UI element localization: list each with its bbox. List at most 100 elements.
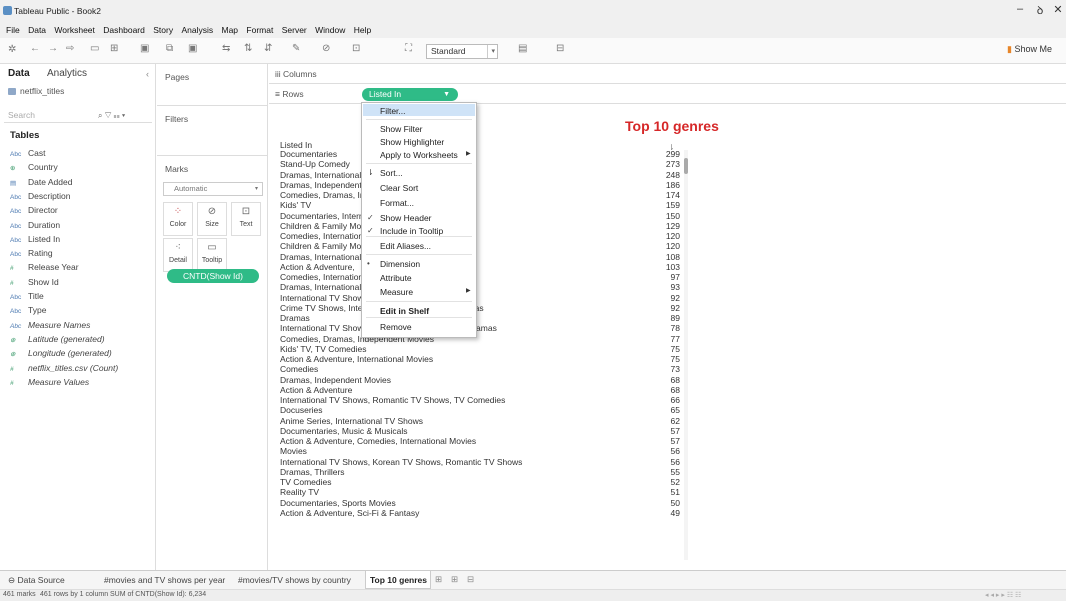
data-source-tab[interactable]: ⊖ Data Source [8, 575, 65, 586]
menu-server[interactable]: Server [282, 22, 307, 38]
table-row[interactable]: Dramas 89 [280, 313, 680, 323]
table-row[interactable]: Dramas, International Movies, Romantic M… [280, 252, 680, 262]
sort-descending-icon[interactable]: ⇵ [264, 43, 272, 54]
field-longitude-generated[interactable]: ⊕ Longitude (generated) [10, 348, 112, 358]
menu-item-show-header[interactable]: ✓ Show Header [367, 213, 432, 223]
tooltip-button[interactable]: ▭ Tooltip [197, 238, 227, 272]
menu-item-filter[interactable]: Filter... [380, 106, 406, 116]
datasource-name[interactable]: netflix_titles [20, 86, 64, 96]
menu-analysis[interactable]: Analysis [181, 22, 213, 38]
fix-axes-icon[interactable]: ⛶ [405, 43, 412, 54]
new-datasource-icon[interactable]: ⊞ [110, 43, 118, 54]
labels-icon[interactable]: ⊡ [352, 43, 360, 54]
field-description[interactable]: Abc Description [10, 191, 71, 201]
detail-button[interactable]: ⁖ Detail [163, 238, 193, 272]
table-row[interactable]: Documentaries 299 [280, 149, 680, 159]
table-row[interactable]: Children & Family Movies, Comedies 129 [280, 221, 680, 231]
sheet-tab-movies-per-year[interactable]: #movies and TV shows per year [104, 575, 225, 585]
menu-item-include-in-tooltip[interactable]: ✓ Include in Tooltip [367, 226, 443, 236]
table-row[interactable]: International TV Shows, Romantic TV Show… [280, 395, 680, 405]
menu-map[interactable]: Map [222, 22, 239, 38]
table-row[interactable]: International TV Shows, Korean TV Shows,… [280, 457, 680, 467]
table-row[interactable]: Documentaries, International Movies 150 [280, 211, 680, 221]
menu-item-apply-to-worksheets[interactable]: Apply to Worksheets ▶ [380, 150, 471, 160]
scrollbar-thumb[interactable] [684, 158, 688, 174]
field-type[interactable]: Abc Type [10, 305, 46, 315]
tab-navigation-icons[interactable]: ◂ ◂ ▸ ▸ ☷ ☷ [985, 591, 1021, 599]
menu-item-sort[interactable]: ⇂ Sort... [367, 168, 403, 178]
table-row[interactable]: Dramas, Thrillers 55 [280, 467, 680, 477]
table-row[interactable]: Reality TV 51 [280, 487, 680, 497]
table-row[interactable]: Crime TV Shows, International TV Shows, … [280, 303, 680, 313]
field-rating[interactable]: Abc Rating [10, 248, 53, 258]
rows-pill-listed-in[interactable]: Listed In ▼ [362, 88, 458, 101]
field-director[interactable]: Abc Director [10, 205, 58, 215]
show-me-button[interactable]: ▮ Show Me [1007, 44, 1052, 55]
table-row[interactable]: Kids' TV 159 [280, 200, 680, 210]
menu-item-clear-sort[interactable]: Clear Sort [380, 183, 418, 193]
table-row[interactable]: Comedies, Dramas, Independent Movies 77 [280, 334, 680, 344]
table-row[interactable]: Dramas, Independent Movies, Internationa… [280, 180, 680, 190]
new-story-tab-icon[interactable]: ⊟ [467, 574, 474, 585]
search-filter-icons[interactable]: ⌕ ▽ ☷ ▾ [98, 111, 125, 121]
filters-shelf[interactable]: Filters [157, 106, 268, 156]
menu-item-edit-aliases[interactable]: Edit Aliases... [380, 241, 431, 251]
table-row[interactable]: Kids' TV, TV Comedies 75 [280, 344, 680, 354]
pages-shelf[interactable]: Pages [157, 64, 268, 106]
swap-icon[interactable]: ⇆ [222, 43, 230, 54]
table-row[interactable]: Action & Adventure, International Movies… [280, 354, 680, 364]
mark-type-select[interactable]: Automatic ▾ [163, 182, 263, 196]
table-row[interactable]: Documentaries, Sports Movies 50 [280, 498, 680, 508]
menu-data[interactable]: Data [28, 22, 46, 38]
highlight-icon[interactable]: ✎ [292, 43, 300, 54]
menu-worksheet[interactable]: Worksheet [54, 22, 94, 38]
table-row[interactable]: TV Comedies 52 [280, 477, 680, 487]
table-row[interactable]: International TV Shows, Romantic TV Show… [280, 323, 680, 333]
sheet-tab-top-10-genres[interactable]: Top 10 genres [370, 575, 427, 585]
menu-item-attribute[interactable]: Attribute [380, 273, 412, 283]
table-row[interactable]: Movies 56 [280, 446, 680, 456]
table-row[interactable]: Dramas, International Movies 248 [280, 170, 680, 180]
menu-help[interactable]: Help [354, 22, 371, 38]
menu-item-dimension[interactable]: • Dimension [367, 259, 420, 269]
show-cards-icon[interactable]: ▤ [518, 43, 527, 54]
new-dashboard-tab-icon[interactable]: ⊞ [451, 574, 458, 585]
table-row[interactable]: Dramas, Independent Movies 68 [280, 375, 680, 385]
field-search-input[interactable]: Search [4, 109, 152, 123]
menu-format[interactable]: Format [246, 22, 273, 38]
table-row[interactable]: Anime Series, International TV Shows 62 [280, 416, 680, 426]
tab-data[interactable]: Data [8, 68, 30, 79]
field-date-added[interactable]: ▤ Date Added [10, 177, 72, 187]
sheet-tab-by-country[interactable]: #movies/TV shows by country [238, 575, 351, 585]
table-row[interactable]: Comedies, International Movies, Romantic… [280, 272, 680, 282]
field-latitude-generated[interactable]: ⊕ Latitude (generated) [10, 334, 105, 344]
new-worksheet-tab-icon[interactable]: ⊞ [435, 574, 442, 585]
fit-select[interactable]: Standard ▾ [426, 44, 498, 59]
menu-item-show-highlighter[interactable]: Show Highlighter [380, 137, 444, 147]
new-worksheet-icon[interactable]: ▣ [140, 43, 149, 54]
redo-icon[interactable]: → [48, 43, 58, 54]
menu-item-format[interactable]: Format... [380, 198, 414, 208]
menu-item-remove[interactable]: Remove [380, 322, 412, 332]
text-button[interactable]: ⊡ Text [231, 202, 261, 236]
field-duration[interactable]: Abc Duration [10, 220, 60, 230]
table-row[interactable]: Dramas, International Movies, Thrillers 9… [280, 282, 680, 292]
menu-item-measure[interactable]: Measure ▶ [380, 287, 471, 297]
sheet-title[interactable]: Top 10 genres [625, 118, 719, 134]
table-row[interactable]: Stand-Up Comedy 273 [280, 159, 680, 169]
menu-item-edit-in-shelf[interactable]: Edit in Shelf [380, 306, 429, 316]
field-show-id[interactable]: # Show Id [10, 277, 59, 287]
menu-dashboard[interactable]: Dashboard [103, 22, 145, 38]
table-row[interactable]: Comedies, Dramas, International Movies 17… [280, 190, 680, 200]
duplicate-icon[interactable]: ⧉ [166, 43, 173, 54]
field-title[interactable]: Abc Title [10, 291, 44, 301]
minimize-button[interactable]: – [1010, 3, 1030, 15]
replay-icon[interactable]: ⇨ [66, 43, 74, 54]
sort-ascending-icon[interactable]: ⇅ [244, 43, 252, 54]
table-row[interactable]: Action & Adventure 68 [280, 385, 680, 395]
menu-file[interactable]: File [6, 22, 20, 38]
menu-story[interactable]: Story [153, 22, 173, 38]
presentation-icon[interactable]: ⊟ [556, 43, 564, 54]
marks-pill-cntd-show-id[interactable]: CNTD(Show Id) [167, 269, 259, 283]
table-row[interactable]: Action & Adventure, Sci-Fi & Fantasy 49 [280, 508, 680, 518]
